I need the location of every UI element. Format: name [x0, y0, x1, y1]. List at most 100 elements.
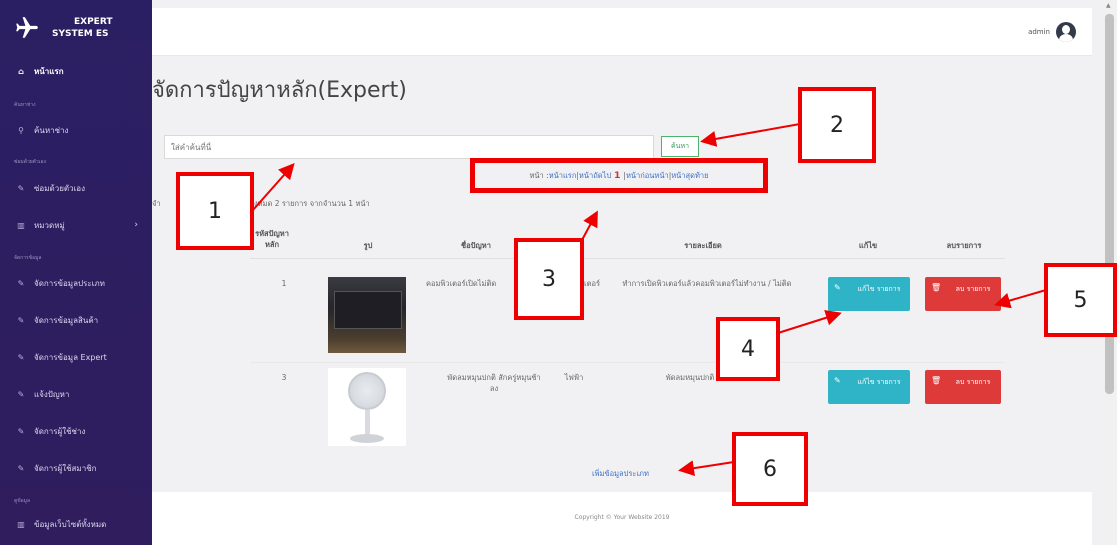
copyright-text: Copyright © Your Website 2019 — [574, 514, 670, 521]
arrow-5 — [994, 289, 1047, 309]
avatar — [1056, 22, 1076, 42]
callout-3: 3 — [514, 238, 584, 320]
edit-button[interactable]: ✎ แก้ไข รายการ — [828, 277, 910, 311]
trash-icon: 🗑 — [931, 376, 942, 385]
airplane-icon — [16, 17, 38, 38]
wrench-icon: ✎ — [17, 463, 25, 473]
sidebar-item-manage-products[interactable]: ✎ จัดการข้อมูลสินค้า — [0, 313, 152, 327]
sidebar-item-label: หน้าแรก — [34, 66, 64, 76]
sidebar-item-find-technician[interactable]: ⚲ ค้นหาช่าง — [0, 123, 152, 137]
problem-image-fan — [328, 368, 406, 446]
sidebar-section-header: ซ่อมด้วยตัวเอง — [14, 159, 46, 165]
topbar: admin — [152, 8, 1092, 56]
callout-5: 5 — [1044, 263, 1117, 337]
logo-line-2: SYSTEM ES — [52, 29, 109, 39]
home-icon: ⌂ — [18, 66, 24, 76]
sidebar-item-manage-members[interactable]: ✎ จัดการผู้ใช้สมาชิก — [0, 461, 152, 475]
callout-2: 2 — [798, 87, 876, 163]
username: admin — [1028, 28, 1050, 36]
footer: Copyright © Your Website 2019 — [152, 492, 1092, 545]
sidebar-item-label: ข้อมูลเว็บไซต์ทั้งหมด — [34, 519, 107, 529]
search-button[interactable]: ค้นหา — [661, 136, 699, 157]
arrow-6 — [678, 460, 735, 477]
record-count-prefix: จำ — [152, 199, 161, 208]
logo-text: EXPERT SYSTEM ES — [52, 16, 113, 40]
wrench-icon: ✎ — [17, 389, 25, 399]
edit-button-label: แก้ไข รายการ — [857, 285, 901, 293]
arrow-3 — [581, 210, 598, 241]
sidebar-item-label: แจ้งปัญหา — [34, 389, 70, 399]
bars-icon: ▥ — [17, 220, 25, 230]
sidebar-item-label: จัดการข้อมูล Expert — [34, 352, 107, 362]
problem-image-monitor — [328, 277, 406, 353]
fan-base — [350, 434, 384, 443]
table-header-divider — [250, 258, 1005, 259]
page-next-link[interactable]: หน้าถัดไป — [579, 170, 611, 182]
delete-button[interactable]: 🗑 ลบ รายการ — [925, 277, 1001, 311]
scroll-up-arrow-icon[interactable]: ▲ — [1106, 2, 1111, 9]
logo-line-1: EXPERT — [74, 17, 113, 27]
user-menu[interactable]: admin — [1028, 22, 1076, 42]
sidebar-item-manage-expert[interactable]: ✎ จัดการข้อมูล Expert — [0, 350, 152, 364]
add-category-link[interactable]: เพิ่มข้อมูลประเภท — [592, 468, 649, 480]
pencil-icon: ✎ — [834, 283, 841, 292]
sidebar-section-header: ค้นหาช่าง — [14, 102, 36, 108]
column-header-id: รหัสปัญหา หลัก — [255, 229, 289, 249]
sidebar-section-header: จัดการข้อมูล — [14, 255, 42, 261]
column-header-delete: ลบรายการ — [946, 241, 982, 250]
callout-6: 6 — [732, 432, 808, 506]
cell-problem-name: คอมพิวเตอร์เปิดไม่ติด — [426, 279, 497, 288]
row-divider — [250, 362, 1005, 363]
sidebar-item-manage-types[interactable]: ✎ จัดการข้อมูลประเภท — [0, 276, 152, 290]
sidebar-section-header: ดูข้อมูล — [14, 498, 31, 504]
sidebar-item-manage-technicians[interactable]: ✎ จัดการผู้ใช้ช่าง — [0, 424, 152, 438]
wrench-icon: ✎ — [17, 352, 25, 362]
sidebar-item-report-problem[interactable]: ✎ แจ้งปัญหา — [0, 387, 152, 401]
chevron-right-icon: › — [134, 220, 138, 230]
column-header-edit: แก้ไข — [858, 241, 878, 250]
wrench-icon: ✎ — [17, 426, 25, 436]
wrench-icon: ✎ — [17, 315, 25, 325]
search-input[interactable] — [164, 135, 654, 159]
search-icon: ⚲ — [18, 125, 24, 135]
sidebar-item-all-site-data[interactable]: ▥ ข้อมูลเว็บไซต์ทั้งหมด — [0, 517, 152, 531]
sidebar: EXPERT SYSTEM ES ⌂ หน้าแรก ค้นหาช่าง ⚲ ค… — [0, 0, 152, 545]
sidebar-item-label: จัดการผู้ใช้ช่าง — [34, 426, 86, 436]
cell-type: ไฟฟ้า — [564, 373, 584, 382]
delete-button-label: ลบ รายการ — [955, 285, 991, 293]
arrow-2 — [700, 123, 801, 147]
callout-1: 1 — [176, 172, 254, 250]
callout-4: 4 — [716, 317, 780, 381]
wrench-icon: ✎ — [17, 278, 25, 288]
record-count-text: ทั้งหมด 2 รายการ จากจำนวน 1 หน้า — [249, 199, 370, 208]
page-first-link[interactable]: หน้าแรก — [549, 170, 577, 182]
trash-icon: 🗑 — [931, 283, 942, 292]
fan-pole — [365, 410, 370, 436]
column-header-name: ชื่อปัญหา — [461, 241, 491, 250]
scrollbar-thumb[interactable] — [1105, 14, 1114, 394]
page-prev-link[interactable]: หน้าก่อนหน้า — [626, 170, 669, 182]
sidebar-item-label: ซ่อมด้วยตัวเอง — [34, 183, 86, 193]
page-title: จัดการปัญหาหลัก(Expert) — [152, 78, 407, 103]
cell-problem-name: พัดลมหมุนปกติ สักครู่หมุนช้าลง — [447, 373, 541, 393]
delete-button[interactable]: 🗑 ลบ รายการ — [925, 370, 1001, 404]
pencil-icon: ✎ — [834, 376, 841, 385]
cell-id: 1 — [281, 279, 287, 288]
sidebar-item-label: จัดการข้อมูลสินค้า — [34, 315, 99, 325]
fan-icon — [348, 372, 386, 410]
wrench-icon: ✎ — [17, 183, 25, 193]
edit-button[interactable]: ✎ แก้ไข รายการ — [828, 370, 910, 404]
bars-icon: ▥ — [17, 519, 25, 529]
sidebar-item-label: จัดการข้อมูลประเภท — [34, 278, 105, 288]
arrow-4 — [777, 309, 842, 334]
logo[interactable]: EXPERT SYSTEM ES — [0, 0, 152, 56]
delete-button-label: ลบ รายการ — [955, 378, 991, 386]
page-last-link[interactable]: หน้าสุดท้าย — [671, 170, 708, 182]
column-header-detail: รายละเอียด — [684, 241, 722, 250]
sidebar-item-label: ค้นหาช่าง — [34, 125, 69, 135]
sidebar-item-home[interactable]: ⌂ หน้าแรก — [0, 64, 152, 78]
pagination-label: หน้า : — [529, 170, 549, 180]
sidebar-item-self-repair[interactable]: ✎ ซ่อมด้วยตัวเอง — [0, 181, 152, 195]
cell-id: 3 — [281, 373, 287, 382]
sidebar-item-categories[interactable]: ▥ หมวดหมู่ › — [0, 218, 152, 232]
